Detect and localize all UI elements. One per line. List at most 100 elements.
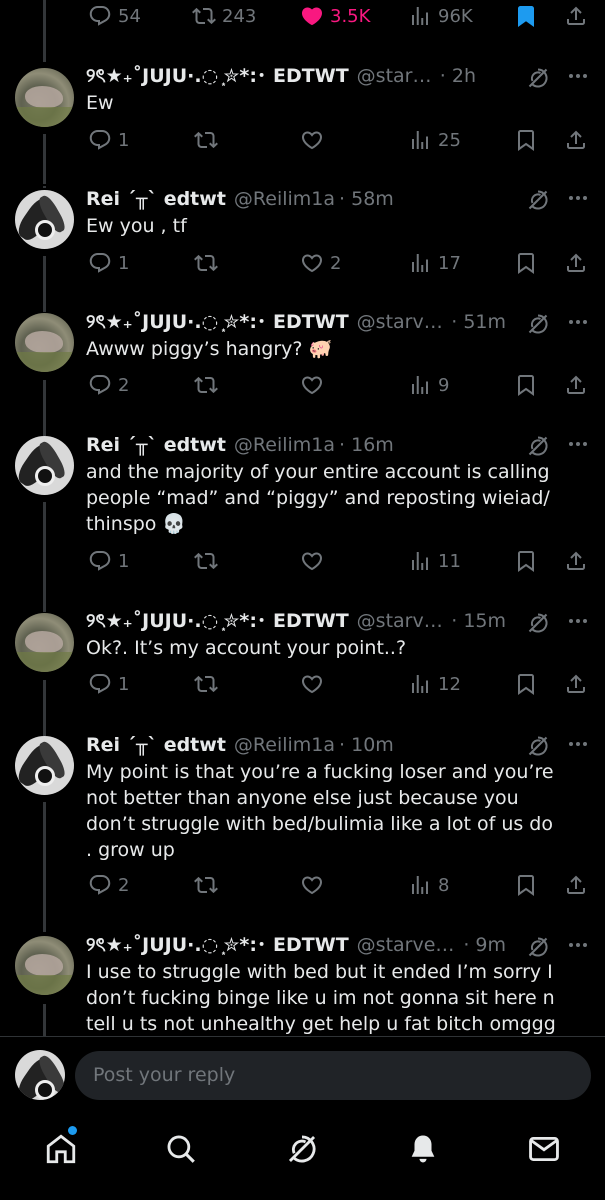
repost-button[interactable]: 243 bbox=[192, 4, 256, 28]
views-button[interactable]: 96K bbox=[408, 4, 473, 28]
like-button[interactable]: 3.5K bbox=[300, 4, 370, 28]
more-icon[interactable] bbox=[566, 933, 590, 957]
bookmark-button[interactable] bbox=[514, 4, 538, 28]
bookmark-button[interactable] bbox=[514, 128, 538, 152]
bookmark-button[interactable] bbox=[514, 373, 538, 397]
tweet-text: Awww piggy’s hangry? 🐖 bbox=[86, 338, 333, 360]
more-icon[interactable] bbox=[566, 609, 590, 633]
user-handle[interactable]: @starvedJ... bbox=[357, 310, 452, 334]
reply-button[interactable]: 1 bbox=[88, 672, 129, 696]
reply-tweet[interactable]: ୨ৎ★₊˚JUJU·.◌ ͙✮*:･ EDTWT @starvedJuj... … bbox=[0, 62, 605, 184]
user-handle[interactable]: @Reilim1a bbox=[234, 187, 335, 211]
avatar[interactable] bbox=[15, 436, 74, 495]
tab-search[interactable] bbox=[164, 1132, 198, 1166]
reply-button[interactable]: 1 bbox=[88, 128, 129, 152]
more-icon[interactable] bbox=[566, 310, 590, 334]
grok-icon[interactable] bbox=[526, 312, 550, 336]
like-button[interactable] bbox=[300, 128, 330, 152]
like-button[interactable] bbox=[300, 373, 330, 397]
bookmark-button[interactable] bbox=[514, 251, 538, 275]
display-name[interactable]: ୨ৎ★₊˚JUJU·.◌ ͙✮*:･ EDTWT bbox=[86, 310, 349, 334]
display-name[interactable]: Rei ˊ╥ˋ edtwt bbox=[86, 187, 226, 211]
display-name[interactable]: ୨ৎ★₊˚JUJU·.◌ ͙✮*:･ EDTWT bbox=[86, 609, 349, 633]
display-name[interactable]: ୨ৎ★₊˚JUJU·.◌ ͙✮*:･ EDTWT bbox=[86, 933, 349, 957]
share-button[interactable] bbox=[564, 251, 588, 275]
reply-button[interactable]: 54 bbox=[88, 4, 141, 28]
tab-messages[interactable] bbox=[527, 1132, 561, 1166]
repost-button[interactable] bbox=[194, 672, 224, 696]
avatar[interactable] bbox=[15, 613, 74, 672]
reply-button[interactable]: 1 bbox=[88, 251, 129, 275]
share-button[interactable] bbox=[564, 672, 588, 696]
tab-notifications[interactable] bbox=[406, 1132, 440, 1166]
views-button[interactable]: 11 bbox=[408, 549, 461, 573]
share-icon bbox=[564, 549, 588, 573]
like-button[interactable]: 2 bbox=[300, 251, 341, 275]
reply-icon bbox=[88, 672, 112, 696]
bookmark-button[interactable] bbox=[514, 549, 538, 573]
reply-tweet[interactable]: Rei ˊ╥ˋ edtwt @Reilim1a · 58m Ew you , t… bbox=[0, 186, 605, 308]
tab-home[interactable] bbox=[44, 1132, 78, 1166]
reply-tweet[interactable]: Rei ˊ╥ˋ edtwt @Reilim1a · 10m My point i… bbox=[0, 732, 605, 932]
share-button[interactable] bbox=[564, 549, 588, 573]
repost-button[interactable] bbox=[194, 128, 224, 152]
reply-tweet[interactable]: ୨ৎ★₊˚JUJU·.◌ ͙✮*:･ EDTWT @starvedJ... · … bbox=[0, 608, 605, 732]
reply-button[interactable]: 2 bbox=[88, 873, 129, 897]
display-name[interactable]: Rei ˊ╥ˋ edtwt bbox=[86, 433, 226, 457]
avatar[interactable] bbox=[15, 313, 74, 372]
reply-tweet[interactable]: ୨ৎ★₊˚JUJU·.◌ ͙✮*:･ EDTWT @starvedJ... · … bbox=[0, 308, 605, 432]
reply-composer: Post your reply bbox=[0, 1036, 605, 1116]
more-icon[interactable] bbox=[566, 186, 590, 210]
bookmark-button[interactable] bbox=[514, 873, 538, 897]
views-button[interactable]: 12 bbox=[408, 672, 461, 696]
tab-grok[interactable] bbox=[285, 1132, 319, 1166]
grok-icon[interactable] bbox=[526, 611, 550, 635]
grok-icon[interactable] bbox=[526, 188, 550, 212]
bookmark-filled-icon bbox=[514, 4, 538, 28]
share-button[interactable] bbox=[564, 373, 588, 397]
share-button[interactable] bbox=[564, 4, 588, 28]
tweet-text: I use to struggle with bed but it ended … bbox=[86, 961, 556, 1035]
like-button[interactable] bbox=[300, 672, 330, 696]
repost-button[interactable] bbox=[194, 549, 224, 573]
repost-button[interactable] bbox=[194, 873, 224, 897]
display-name[interactable]: Rei ˊ╥ˋ edtwt bbox=[86, 733, 226, 757]
grok-icon[interactable] bbox=[526, 66, 550, 90]
grok-icon[interactable] bbox=[526, 734, 550, 758]
views-button[interactable]: 17 bbox=[408, 251, 461, 275]
user-handle[interactable]: @Reilim1a bbox=[234, 733, 335, 757]
reply-button[interactable]: 1 bbox=[88, 549, 129, 573]
my-avatar[interactable] bbox=[15, 1050, 65, 1100]
grok-icon[interactable] bbox=[526, 935, 550, 959]
more-icon[interactable] bbox=[566, 432, 590, 456]
tweet-text: Ew bbox=[86, 92, 114, 114]
like-count: 2 bbox=[330, 252, 342, 274]
repost-button[interactable] bbox=[194, 373, 224, 397]
views-button[interactable]: 9 bbox=[408, 373, 449, 397]
share-button[interactable] bbox=[564, 873, 588, 897]
display-name[interactable]: ୨ৎ★₊˚JUJU·.◌ ͙✮*:･ EDTWT bbox=[86, 64, 349, 88]
like-button[interactable] bbox=[300, 549, 330, 573]
user-handle[interactable]: @starvedJuj... bbox=[357, 64, 440, 88]
like-icon bbox=[300, 128, 324, 152]
reply-input[interactable]: Post your reply bbox=[75, 1051, 591, 1100]
reply-tweet[interactable]: ୨ৎ★₊˚JUJU·.◌ ͙✮*:･ EDTWT @starvedJu... ·… bbox=[0, 932, 605, 1036]
more-icon[interactable] bbox=[566, 732, 590, 756]
avatar[interactable] bbox=[15, 936, 74, 995]
user-handle[interactable]: @starvedJ... bbox=[357, 609, 452, 633]
views-button[interactable]: 25 bbox=[408, 128, 461, 152]
user-handle[interactable]: @starvedJu... bbox=[357, 933, 464, 957]
avatar[interactable] bbox=[15, 68, 74, 127]
repost-button[interactable] bbox=[194, 251, 224, 275]
avatar[interactable] bbox=[15, 190, 74, 249]
bookmark-button[interactable] bbox=[514, 672, 538, 696]
share-button[interactable] bbox=[564, 128, 588, 152]
like-button[interactable] bbox=[300, 873, 330, 897]
user-handle[interactable]: @Reilim1a bbox=[234, 433, 335, 457]
avatar[interactable] bbox=[15, 736, 74, 795]
more-icon[interactable] bbox=[566, 64, 590, 88]
views-button[interactable]: 8 bbox=[408, 873, 449, 897]
reply-button[interactable]: 2 bbox=[88, 373, 129, 397]
grok-icon[interactable] bbox=[526, 434, 550, 458]
reply-tweet[interactable]: Rei ˊ╥ˋ edtwt @Reilim1a · 16m and the ma… bbox=[0, 432, 605, 610]
